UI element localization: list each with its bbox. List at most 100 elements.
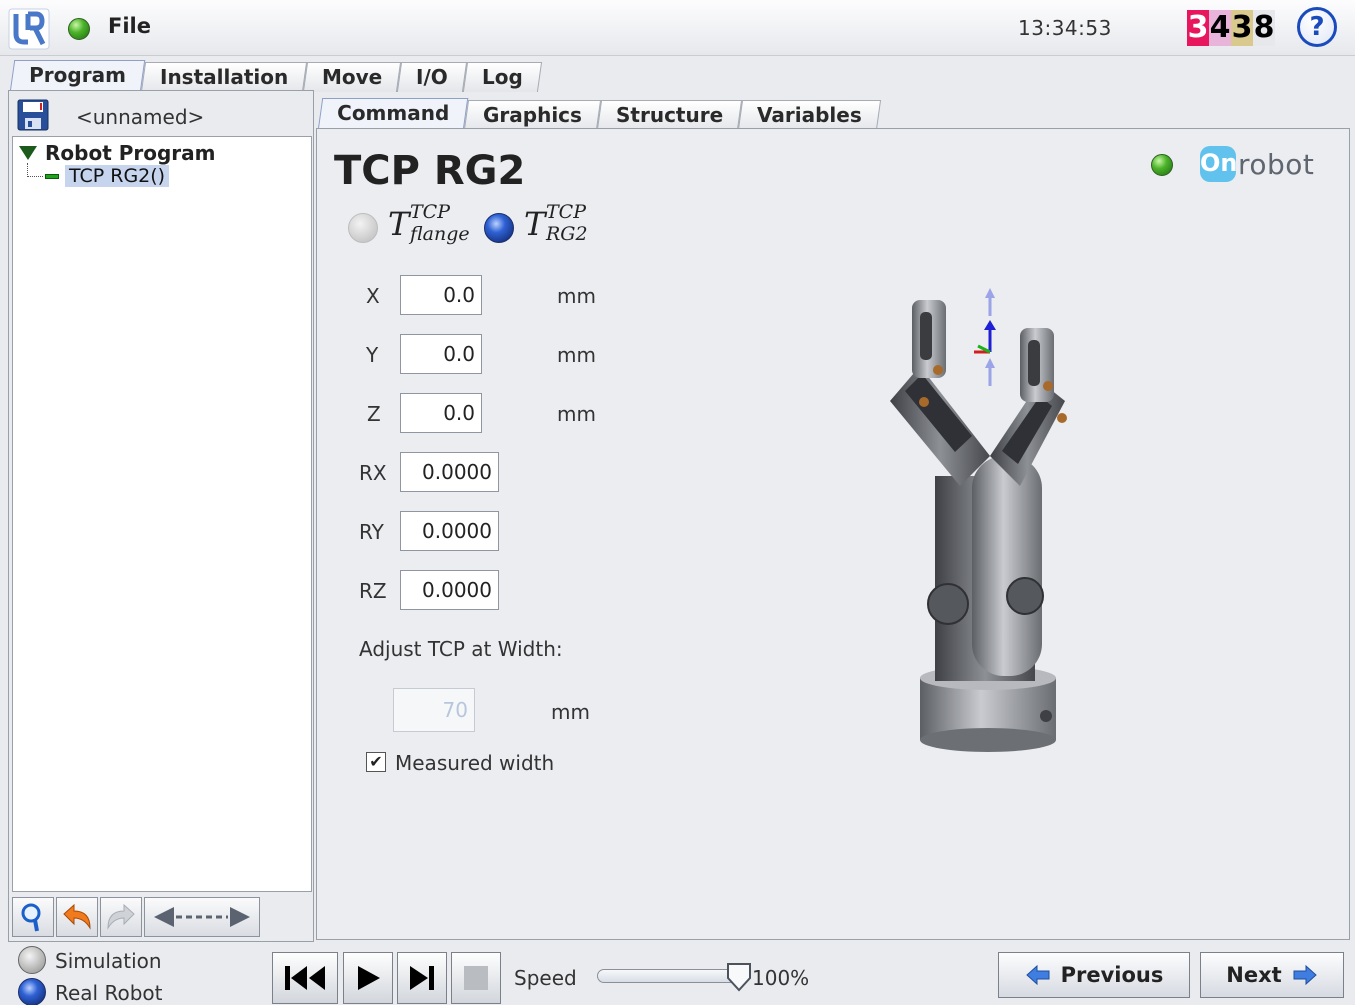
tab-label: Move (322, 65, 383, 89)
tab-i-o[interactable]: I/O (397, 62, 468, 92)
top-bar: File 13:34:53 3438 ? (0, 0, 1355, 56)
tree-node-label: TCP RG2() (65, 165, 170, 187)
speed-slider[interactable] (597, 963, 751, 992)
simulation-radio[interactable] (18, 946, 46, 974)
tree-connector (27, 163, 43, 177)
x-label: X (366, 284, 380, 308)
left-right-arrow-icon (154, 907, 250, 927)
arrow-right-icon (1293, 964, 1317, 986)
step-button[interactable] (397, 952, 447, 1004)
width-unit: mm (551, 700, 590, 724)
serial-digit: 8 (1253, 10, 1275, 46)
real-robot-label[interactable]: Real Robot (55, 981, 162, 1005)
main-tab-bar: Program Installation Move I/O Log (9, 60, 542, 92)
skip-to-start-button[interactable] (272, 952, 338, 1004)
serial-digit: 3 (1187, 10, 1209, 46)
tab-move[interactable]: Move (302, 62, 402, 92)
ur-logo-icon (8, 8, 50, 50)
onrobot-badge: On (1200, 146, 1238, 182)
tab-program[interactable]: Program (9, 60, 146, 92)
onrobot-logo: On robot (1200, 146, 1314, 182)
simulation-label[interactable]: Simulation (55, 949, 162, 973)
rx-field[interactable]: 0.0000 (400, 452, 499, 492)
real-robot-radio[interactable] (18, 978, 46, 1005)
z-field[interactable]: 0.0 (400, 393, 482, 433)
tcp-flange-sup: TCP (410, 201, 450, 223)
subtab-graphics[interactable]: Graphics (464, 100, 602, 130)
robot-status-icon (68, 18, 90, 40)
expand-triangle-icon[interactable] (19, 146, 37, 160)
tcp-flange-label[interactable]: T TCP flange (388, 201, 470, 245)
tcp-rg2-base: T (524, 205, 546, 243)
help-button[interactable]: ? (1297, 7, 1337, 47)
rx-label: RX (359, 461, 387, 485)
next-label: Next (1226, 963, 1282, 987)
search-button[interactable] (12, 897, 54, 937)
undo-button[interactable] (56, 897, 98, 937)
gripper-status-icon (1151, 154, 1173, 176)
redo-icon (107, 903, 135, 930)
adjust-tcp-label: Adjust TCP at Width: (359, 637, 563, 661)
program-tree: Robot Program TCP RG2() (12, 136, 312, 892)
ry-label: RY (359, 520, 384, 544)
tab-installation[interactable]: Installation (140, 62, 308, 92)
tree-toolbar (12, 897, 262, 939)
node-status-icon (45, 173, 59, 179)
move-node-button[interactable] (144, 897, 260, 937)
step-forward-icon (410, 966, 434, 990)
arrow-left-icon (1025, 964, 1050, 986)
tcp-rg2-sup: TCP (546, 201, 586, 223)
tcp-flange-sub: flange (410, 223, 470, 245)
speed-label: Speed (514, 966, 577, 990)
rg2-gripper-illustration (890, 288, 1067, 752)
tab-label: Variables (757, 103, 863, 127)
width-field: 70 (393, 688, 475, 732)
previous-label: Previous (1060, 963, 1164, 987)
tab-log[interactable]: Log (462, 62, 542, 92)
tab-label: Structure (616, 103, 724, 127)
x-unit: mm (557, 284, 596, 308)
x-field[interactable]: 0.0 (400, 275, 482, 315)
tab-label: I/O (416, 65, 449, 89)
tcp-rg2-label[interactable]: T TCP RG2 (524, 201, 588, 245)
rz-label: RZ (359, 579, 387, 603)
z-unit: mm (557, 402, 596, 426)
rz-field[interactable]: 0.0000 (400, 570, 499, 610)
play-icon (358, 966, 380, 990)
search-icon (21, 903, 41, 932)
tcp-rg2-sub: RG2 (546, 223, 588, 245)
play-button[interactable] (343, 952, 393, 1004)
tree-node-tcp-rg2[interactable]: TCP RG2() (45, 165, 170, 187)
tree-root-node[interactable]: Robot Program (19, 141, 216, 165)
subtab-structure[interactable]: Structure (597, 100, 743, 130)
previous-button[interactable]: Previous (998, 952, 1190, 998)
slider-thumb-icon[interactable] (726, 962, 752, 992)
clock: 13:34:53 (1018, 16, 1112, 40)
tcp-flange-base: T (388, 205, 410, 243)
z-label: Z (367, 402, 381, 426)
next-button[interactable]: Next (1200, 952, 1344, 998)
robot-serial-badge: 3438 (1187, 10, 1275, 46)
undo-icon (63, 903, 91, 930)
y-field[interactable]: 0.0 (400, 334, 482, 374)
tab-label: Installation (159, 65, 289, 89)
sub-tab-bar: Command Graphics Structure Variables (317, 98, 882, 130)
tree-root-label: Robot Program (45, 141, 216, 165)
tab-label: Graphics (483, 103, 583, 127)
subtab-variables[interactable]: Variables (738, 100, 882, 130)
tab-label: Program (29, 63, 126, 87)
tcp-rg2-radio[interactable] (484, 213, 514, 243)
stop-button[interactable] (451, 952, 501, 1004)
onrobot-wordmark: robot (1238, 147, 1315, 181)
ry-field[interactable]: 0.0000 (400, 511, 499, 551)
serial-digit: 3 (1231, 10, 1253, 46)
save-icon[interactable] (16, 98, 50, 132)
tcp-flange-radio[interactable] (348, 213, 378, 243)
measured-width-checkbox[interactable]: ✔ (366, 752, 386, 772)
page-title: TCP RG2 (334, 148, 526, 194)
file-menu[interactable]: File (108, 14, 151, 38)
stop-icon (464, 966, 488, 990)
redo-button[interactable] (100, 897, 142, 937)
subtab-command[interactable]: Command (317, 98, 469, 130)
program-file-name: <unnamed> (76, 105, 205, 129)
